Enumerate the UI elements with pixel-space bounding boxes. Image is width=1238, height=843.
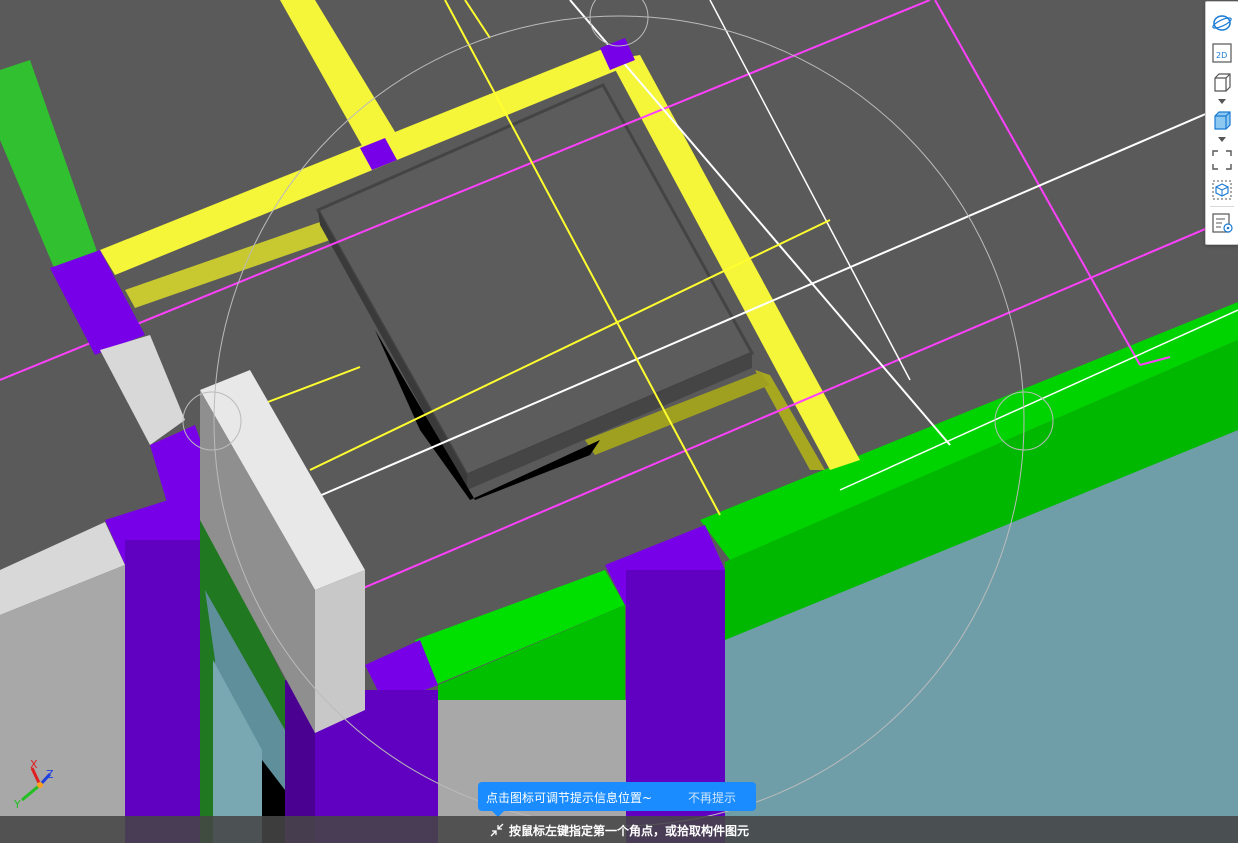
view-toolbar: 2D: [1205, 1, 1238, 245]
view-3d-shaded-icon[interactable]: [1210, 110, 1234, 132]
view-3d-wire-icon[interactable]: [1210, 72, 1234, 94]
view-2d-text: 2D: [1216, 51, 1227, 60]
gizmo-origin: [37, 782, 43, 788]
gizmo-y-label: Y: [13, 798, 21, 811]
status-bar: 按鼠标左键指定第一个角点，或拾取构件图元: [0, 816, 1238, 843]
gizmo-z-label: Z: [46, 768, 54, 781]
hint-tooltip[interactable]: 点击图标可调节提示信息位置~ 不再提示: [478, 782, 756, 817]
hint-message: 点击图标可调节提示信息位置~: [486, 791, 653, 805]
chevron-down-icon[interactable]: [1218, 99, 1226, 105]
properties-icon[interactable]: [1210, 212, 1234, 234]
pillar-white-front: [315, 570, 365, 733]
column-purple: [125, 540, 200, 843]
collapse-arrows-icon[interactable]: [489, 822, 505, 838]
selection-box-icon[interactable]: [1210, 179, 1234, 201]
status-prompt: 按鼠标左键指定第一个角点，或拾取构件图元: [509, 824, 750, 838]
fit-view-icon[interactable]: [1210, 149, 1234, 171]
gizmo-x-label: X: [30, 758, 38, 771]
3d-viewport[interactable]: X Z Y: [0, 0, 1238, 843]
orbit-icon[interactable]: [1210, 12, 1234, 34]
view-2d-icon[interactable]: 2D: [1210, 42, 1234, 64]
toolbar-divider: [1210, 206, 1234, 207]
dont-show-again-link[interactable]: 不再提示: [688, 789, 736, 806]
chevron-down-icon[interactable]: [1218, 137, 1226, 143]
